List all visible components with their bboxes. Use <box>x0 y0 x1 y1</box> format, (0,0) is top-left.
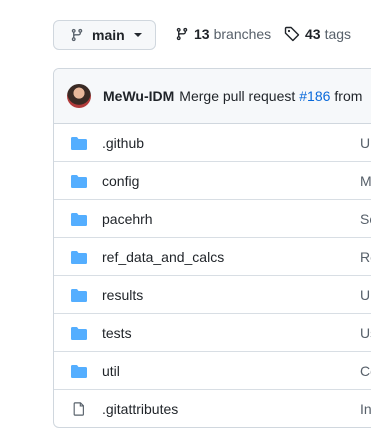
file-row[interactable]: ref_data_and_calcs Re <box>54 238 371 276</box>
branches-count: 13 <box>194 26 210 42</box>
file-commit-message[interactable]: Re <box>360 249 371 265</box>
file-row[interactable]: tests Us <box>54 314 371 352</box>
folder-icon <box>70 326 88 340</box>
avatar[interactable] <box>67 84 91 108</box>
branch-name: main <box>92 27 125 43</box>
git-branch-icon <box>71 28 83 42</box>
file-row[interactable]: pacehrh Sc <box>54 200 371 238</box>
folder-icon <box>70 288 88 302</box>
file-commit-message[interactable]: M <box>360 173 371 189</box>
file-row[interactable]: config M <box>54 162 371 200</box>
file-row[interactable]: .github Up <box>54 124 371 162</box>
file-row[interactable]: util Co <box>54 352 371 390</box>
file-browser: MeWu-IDM Merge pull request #186 from .g… <box>53 68 371 428</box>
tag-icon <box>284 26 300 42</box>
tags-label: tags <box>324 26 352 42</box>
file-commit-message[interactable]: Co <box>360 363 371 379</box>
file-row[interactable]: .gitattributes In <box>54 390 371 427</box>
file-commit-message[interactable]: Sc <box>360 211 371 227</box>
file-list: .github Up config Mpacehrh Sc ref_data_and_ca… <box>54 124 371 427</box>
git-branch-icon <box>176 27 188 41</box>
file-commit-message[interactable]: Up <box>360 287 371 303</box>
branch-select-button[interactable]: main <box>53 20 156 50</box>
file-name[interactable]: results <box>102 287 143 303</box>
folder-icon <box>70 364 88 378</box>
file-commit-message[interactable]: In <box>360 401 371 417</box>
file-name[interactable]: pacehrh <box>102 211 153 227</box>
commit-message-tail[interactable]: from <box>334 88 362 104</box>
file-name[interactable]: .gitattributes <box>102 401 178 417</box>
commit-message[interactable]: Merge pull request <box>179 88 295 104</box>
file-row[interactable]: results Up <box>54 276 371 314</box>
tags-link[interactable]: 43 tags <box>284 26 351 42</box>
latest-commit-bar: MeWu-IDM Merge pull request #186 from <box>54 69 371 124</box>
file-icon <box>72 401 90 416</box>
folder-icon <box>70 174 88 188</box>
tags-count: 43 <box>305 26 321 42</box>
file-name[interactable]: tests <box>102 325 132 341</box>
file-commit-message[interactable]: Up <box>360 135 371 151</box>
file-commit-message[interactable]: Us <box>360 325 371 341</box>
folder-icon <box>70 212 88 226</box>
folder-icon <box>70 136 88 150</box>
file-name[interactable]: util <box>102 363 120 379</box>
caret-down-icon <box>133 33 142 37</box>
file-name[interactable]: ref_data_and_calcs <box>102 249 224 265</box>
file-name[interactable]: config <box>102 173 139 189</box>
branches-label: branches <box>213 26 272 42</box>
pull-request-link[interactable]: #186 <box>299 88 330 104</box>
file-name[interactable]: .github <box>102 135 144 151</box>
commit-author[interactable]: MeWu-IDM <box>103 88 174 104</box>
branches-link[interactable]: 13 branches <box>175 26 271 42</box>
folder-icon <box>70 250 88 264</box>
